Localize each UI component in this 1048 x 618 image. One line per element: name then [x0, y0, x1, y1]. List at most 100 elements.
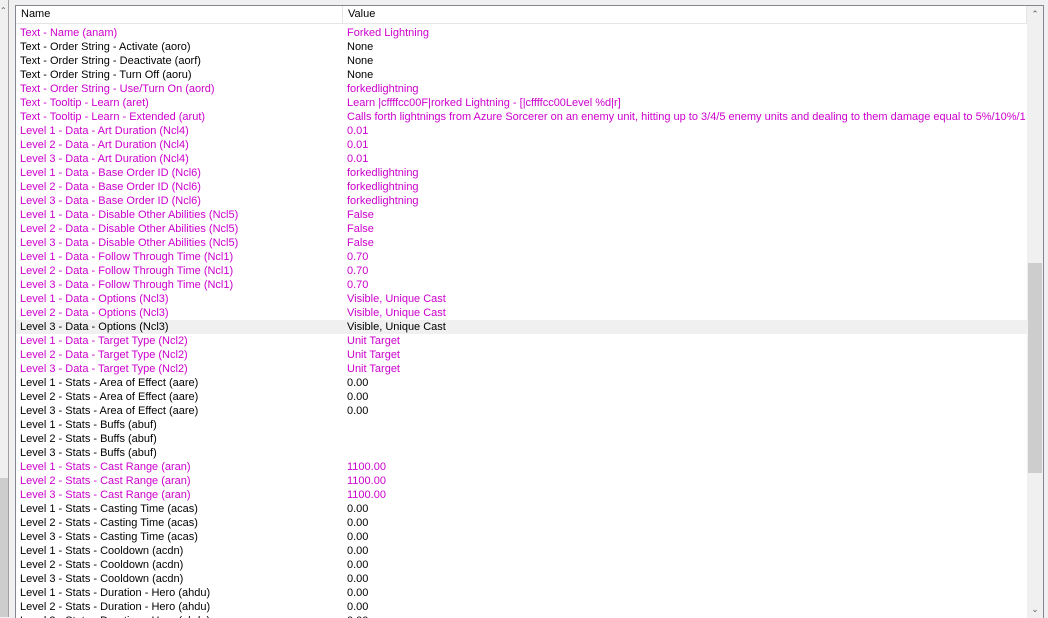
- table-row[interactable]: Level 1 - Data - Art Duration (Ncl4) 0.01: [16, 124, 1027, 138]
- field-value: Unit Target: [347, 363, 400, 375]
- table-row[interactable]: Level 2 - Data - Disable Other Abilities…: [16, 222, 1027, 236]
- field-name: Level 3 - Stats - Duration - Hero (ahdu): [20, 614, 210, 618]
- field-name: Level 1 - Stats - Duration - Hero (ahdu): [20, 587, 211, 599]
- table-row[interactable]: Text - Order String - Turn Off (aoru) Non…: [16, 68, 1027, 82]
- table-row[interactable]: Level 1 - Stats - Area of Effect (aare) 0…: [16, 376, 1027, 390]
- scroll-up-arrow-icon[interactable]: ⌃: [0, 6, 7, 15]
- field-name: Text - Tooltip - Learn (aret): [20, 97, 149, 109]
- table-row[interactable]: Level 1 - Data - Disable Other Abilities…: [16, 208, 1027, 222]
- field-value: 0.00: [347, 559, 369, 571]
- table-row[interactable]: Level 1 - Data - Base Order ID (Ncl6) for…: [16, 166, 1027, 180]
- table-row[interactable]: Level 3 - Data - Art Duration (Ncl4) 0.01: [16, 152, 1027, 166]
- left-panel-scrollbar[interactable]: ⌃: [0, 0, 9, 617]
- table-row[interactable]: Level 3 - Stats - Area of Effect (aare) 0…: [16, 404, 1027, 418]
- table-row[interactable]: Level 2 - Stats - Casting Time (acas) 0.0…: [16, 516, 1027, 530]
- field-value: 0.00: [347, 587, 369, 599]
- table-row[interactable]: Text - Order String - Activate (aoro) Non…: [16, 40, 1027, 54]
- field-value: 0.00: [347, 545, 369, 557]
- table-row[interactable]: Level 1 - Stats - Duration - Hero (ahdu)…: [16, 586, 1027, 600]
- field-name: Level 3 - Data - Target Type (Ncl2): [20, 363, 188, 375]
- field-value: Visible, Unique Cast: [347, 321, 446, 333]
- field-value: Visible, Unique Cast: [347, 293, 446, 305]
- field-value: 1100.00: [347, 461, 386, 473]
- field-value: 0.00: [347, 573, 369, 585]
- field-name: Text - Order String - Turn Off (aoru): [20, 69, 192, 81]
- field-name: Level 2 - Data - Options (Ncl3): [20, 307, 169, 319]
- table-row[interactable]: Level 2 - Stats - Area of Effect (aare) 0…: [16, 390, 1027, 404]
- field-name: Level 1 - Data - Disable Other Abilities…: [20, 209, 239, 221]
- field-value: 0.00: [347, 377, 369, 389]
- field-name: Level 3 - Data - Options (Ncl3): [20, 321, 169, 333]
- table-row[interactable]: Level 1 - Stats - Casting Time (acas) 0.0…: [16, 502, 1027, 516]
- table-row[interactable]: Level 2 - Stats - Cast Range (aran) 1100.…: [16, 474, 1027, 488]
- field-name: Level 1 - Data - Options (Ncl3): [20, 293, 169, 305]
- field-value: 0.00: [347, 531, 369, 543]
- field-value: forkedlightning: [347, 167, 419, 179]
- table-row[interactable]: Level 1 - Stats - Cooldown (acdn) 0.00: [16, 544, 1027, 558]
- table-row[interactable]: Level 1 - Stats - Buffs (abuf): [16, 418, 1027, 432]
- field-value: False: [347, 237, 374, 249]
- table-row[interactable]: Level 2 - Data - Follow Through Time (Nc…: [16, 264, 1027, 278]
- table-row[interactable]: Level 3 - Stats - Cooldown (acdn) 0.00: [16, 572, 1027, 586]
- column-header-value[interactable]: Value: [343, 6, 1027, 23]
- table-row[interactable]: Level 1 - Data - Options (Ncl3) Visible, …: [16, 292, 1027, 306]
- table-row[interactable]: Text - Tooltip - Learn - Extended (arut)…: [16, 110, 1027, 124]
- field-name: Level 2 - Stats - Cooldown (acdn): [20, 559, 184, 571]
- field-value: 0.00: [347, 614, 1025, 618]
- column-header-name[interactable]: Name: [16, 6, 343, 23]
- field-value: 0.00: [347, 517, 369, 529]
- table-row[interactable]: Level 1 - Data - Follow Through Time (Nc…: [16, 250, 1027, 264]
- table-row[interactable]: Text - Order String - Deactivate (aorf) N…: [16, 54, 1027, 68]
- table-row[interactable]: Level 1 - Data - Target Type (Ncl2) Unit …: [16, 334, 1027, 348]
- field-value: 0.01: [347, 125, 369, 137]
- table-row[interactable]: Level 2 - Data - Base Order ID (Ncl6) for…: [16, 180, 1027, 194]
- scrollbar-thumb[interactable]: [1028, 263, 1042, 473]
- table-row[interactable]: Level 3 - Stats - Buffs (abuf): [16, 446, 1027, 460]
- field-value: forkedlightning: [347, 195, 419, 207]
- field-name: Level 1 - Stats - Cast Range (aran): [20, 461, 191, 473]
- table-row[interactable]: Level 3 - Stats - Casting Time (acas) 0.0…: [16, 530, 1027, 544]
- table-row[interactable]: Level 3 - Data - Target Type (Ncl2) Unit …: [16, 362, 1027, 376]
- scroll-down-arrow-icon[interactable]: ⌄: [1027, 601, 1043, 618]
- table-row[interactable]: Level 3 - Data - Options (Ncl3) Visible, …: [16, 320, 1027, 334]
- table-row[interactable]: Level 3 - Stats - Duration - Hero (ahdu)…: [16, 614, 1027, 618]
- field-name: Text - Name (anam): [20, 27, 118, 39]
- table-row[interactable]: Level 2 - Stats - Cooldown (acdn) 0.00: [16, 558, 1027, 572]
- table-row[interactable]: Text - Tooltip - Learn (aret) Learn |cfff…: [16, 96, 1027, 110]
- table-row[interactable]: Text - Name (anam) Forked Lightning: [16, 26, 1027, 40]
- table-row[interactable]: Level 2 - Data - Art Duration (Ncl4) 0.01: [16, 138, 1027, 152]
- list-header: Name Value: [16, 6, 1027, 24]
- field-value: Visible, Unique Cast: [347, 307, 446, 319]
- field-name: Level 1 - Data - Art Duration (Ncl4): [20, 125, 189, 137]
- field-name: Level 1 - Stats - Buffs (abuf): [20, 419, 157, 431]
- field-value: 0.00: [347, 405, 369, 417]
- table-row[interactable]: Level 3 - Data - Base Order ID (Ncl6) for…: [16, 194, 1027, 208]
- scroll-up-arrow-icon[interactable]: ⌃: [1027, 6, 1043, 23]
- field-value: 0.00: [347, 601, 369, 613]
- field-name: Level 2 - Data - Disable Other Abilities…: [20, 223, 239, 235]
- table-row[interactable]: Level 1 - Stats - Cast Range (aran) 1100.…: [16, 460, 1027, 474]
- left-scrollbar-thumb[interactable]: [0, 478, 8, 617]
- table-row[interactable]: Level 3 - Stats - Cast Range (aran) 1100.…: [16, 488, 1027, 502]
- table-row[interactable]: Level 2 - Data - Target Type (Ncl2) Unit …: [16, 348, 1027, 362]
- field-name: Text - Order String - Deactivate (aorf): [20, 55, 201, 67]
- field-name: Level 2 - Stats - Cast Range (aran): [20, 475, 191, 487]
- field-value: False: [347, 223, 374, 235]
- table-row[interactable]: Text - Order String - Use/Turn On (aord)…: [16, 82, 1027, 96]
- vertical-scrollbar[interactable]: ⌃ ⌄: [1027, 6, 1043, 618]
- table-row[interactable]: Level 2 - Data - Options (Ncl3) Visible, …: [16, 306, 1027, 320]
- field-value: 0.01: [347, 139, 369, 151]
- table-row[interactable]: Level 2 - Stats - Buffs (abuf): [16, 432, 1027, 446]
- field-value: None: [347, 69, 374, 81]
- field-value: Learn |cffffcc00F|rorked Lightning - [|c…: [347, 97, 621, 109]
- field-name: Level 2 - Stats - Casting Time (acas): [20, 517, 198, 529]
- table-row[interactable]: Level 3 - Data - Disable Other Abilities…: [16, 236, 1027, 250]
- field-name: Level 3 - Data - Base Order ID (Ncl6): [20, 195, 201, 207]
- field-name: Level 3 - Data - Art Duration (Ncl4): [20, 153, 189, 165]
- field-name: Level 2 - Data - Base Order ID (Ncl6): [20, 181, 201, 193]
- field-value: 0.00: [347, 391, 369, 403]
- field-value: 0.70: [347, 265, 369, 277]
- table-row[interactable]: Level 2 - Stats - Duration - Hero (ahdu)…: [16, 600, 1027, 614]
- table-row[interactable]: Level 3 - Data - Follow Through Time (Nc…: [16, 278, 1027, 292]
- field-value: 0.70: [347, 279, 369, 291]
